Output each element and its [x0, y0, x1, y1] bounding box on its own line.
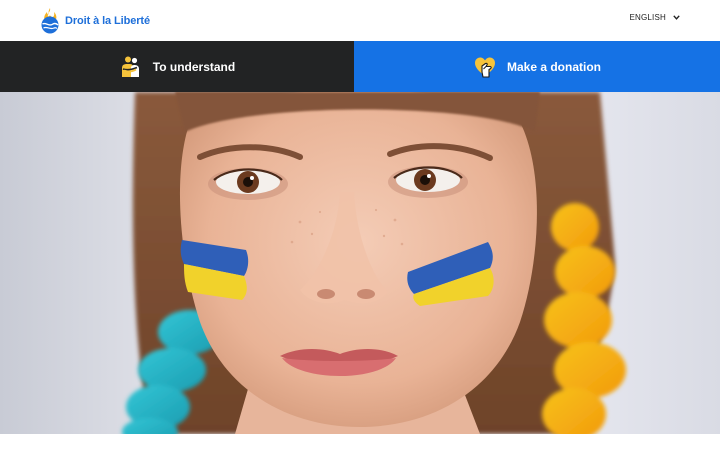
language-selector[interactable]: ENGLISH	[629, 13, 680, 22]
page-bottom	[0, 434, 720, 450]
logo-text: Droit à la Liberté	[65, 15, 150, 27]
hero-image	[0, 92, 720, 434]
heart-hand-icon	[474, 57, 495, 78]
nav-label-understand: To understand	[152, 59, 236, 74]
language-label: ENGLISH	[629, 13, 666, 22]
flame-globe-icon	[41, 8, 59, 34]
main-nav: To understand Make a donation	[0, 41, 720, 92]
nav-label-donate: Make a donation	[506, 59, 601, 74]
chevron-down-icon	[673, 15, 680, 20]
nav-item-understand[interactable]: To understand	[0, 41, 354, 92]
site-logo[interactable]: Droit à la Liberté	[38, 7, 150, 35]
site-header: Droit à la Liberté ENGLISH	[0, 0, 720, 41]
hero-illustration	[0, 92, 720, 434]
hug-icon	[121, 56, 139, 77]
nav-item-donate[interactable]: Make a donation	[354, 41, 720, 92]
